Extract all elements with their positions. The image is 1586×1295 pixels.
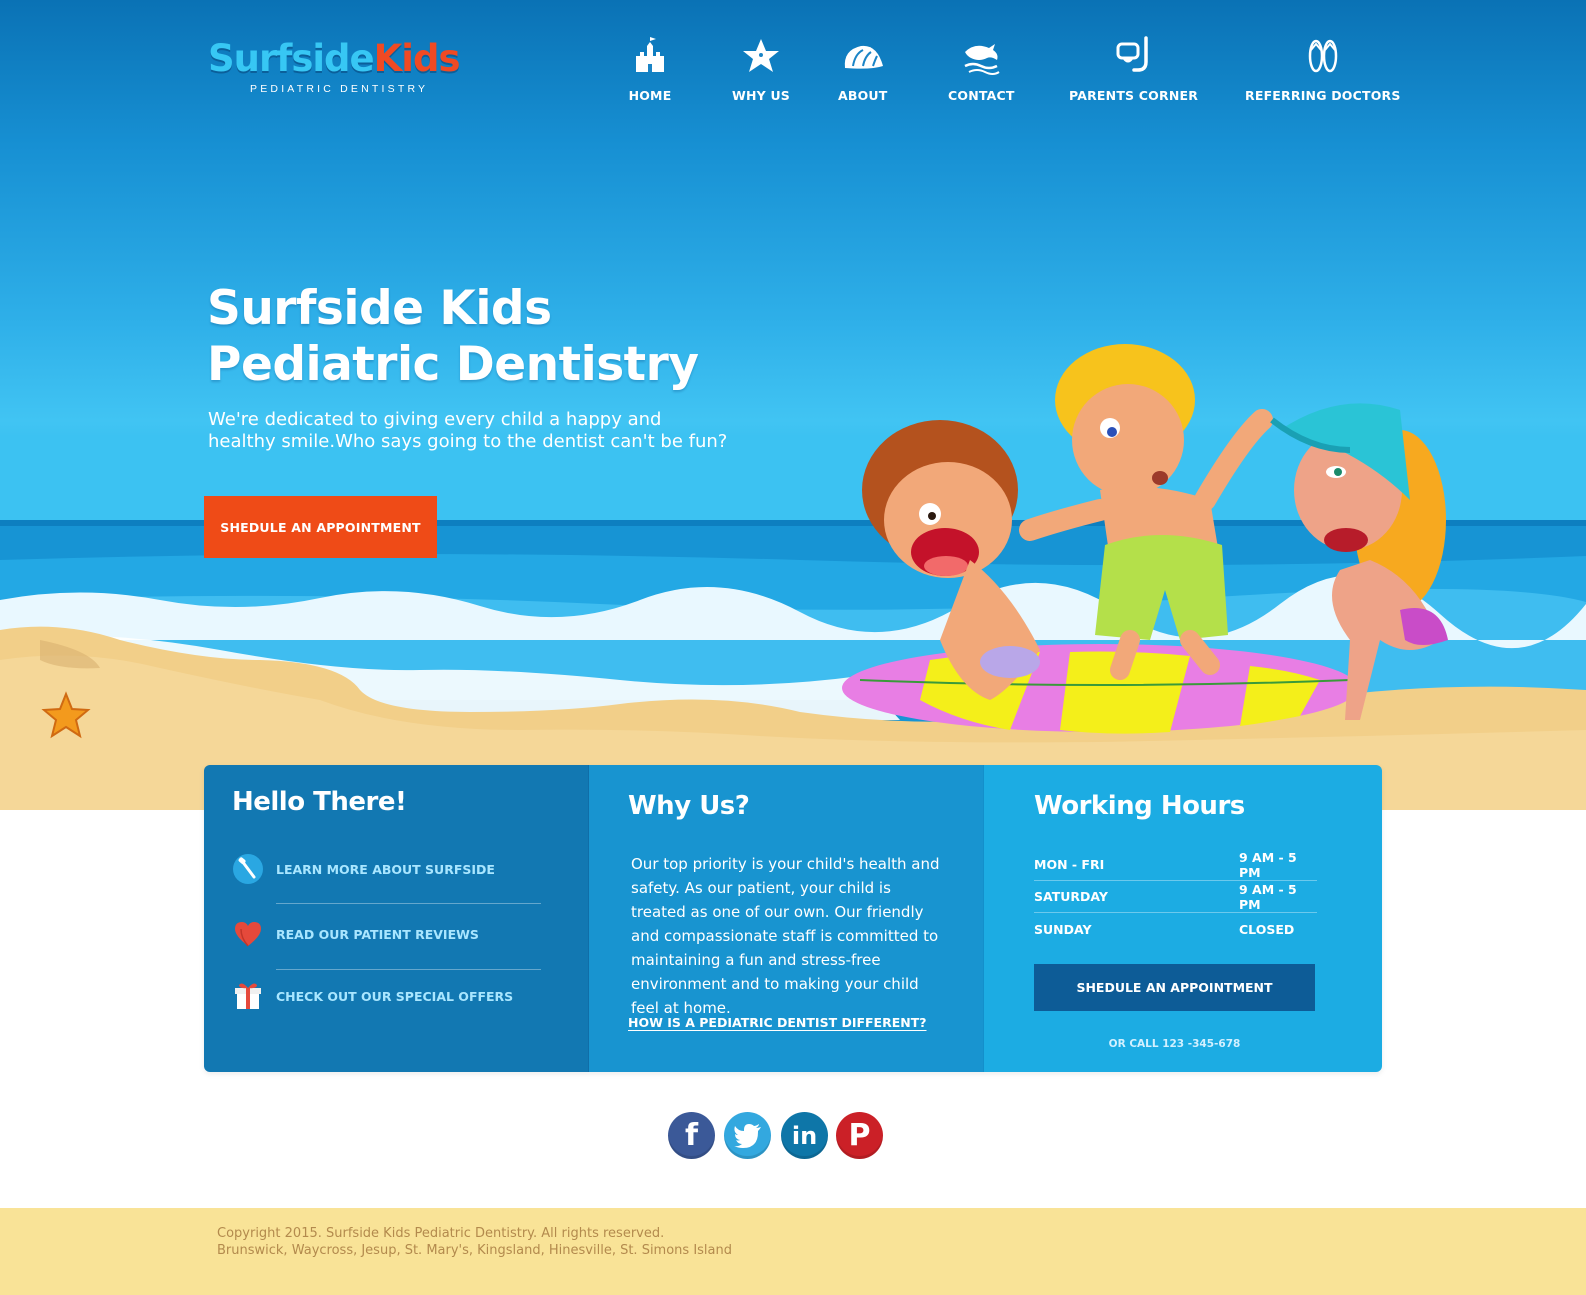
nav-item-about[interactable]: ABOUT bbox=[838, 34, 888, 103]
hero-subtitle: We're dedicated to giving every child a … bbox=[208, 409, 768, 453]
nav-item-why-us[interactable]: WHY US bbox=[732, 34, 790, 103]
nav-label: ABOUT bbox=[838, 88, 888, 103]
facebook-icon[interactable]: f bbox=[668, 1112, 715, 1159]
starfish-icon bbox=[739, 34, 783, 78]
learn-more-link[interactable]: LEARN MORE ABOUT SURFSIDE bbox=[232, 853, 495, 885]
hours-time: 9 AM - 5 PM bbox=[1239, 881, 1297, 912]
pediatric-dentist-different-link[interactable]: HOW IS A PEDIATRIC DENTIST DIFFERENT? bbox=[628, 1015, 927, 1030]
hello-title: Hello There! bbox=[232, 787, 407, 817]
info-panel: Hello There! LEARN MORE ABOUT SURFSIDE R… bbox=[204, 765, 1382, 1072]
nav-label: HOME bbox=[628, 88, 672, 103]
link-label: LEARN MORE ABOUT SURFSIDE bbox=[276, 861, 495, 877]
divider bbox=[276, 969, 541, 970]
hours-day: SUNDAY bbox=[1034, 921, 1092, 937]
hero-subtitle-line: healthy smile.Who says going to the dent… bbox=[208, 431, 728, 452]
pinterest-icon[interactable]: P bbox=[836, 1112, 883, 1159]
schedule-appointment-button[interactable]: SHEDULE AN APPOINTMENT bbox=[204, 496, 437, 558]
link-label: CHECK OUT OUR SPECIAL OFFERS bbox=[276, 988, 514, 1004]
hours-row: SUNDAY CLOSED bbox=[1034, 913, 1317, 945]
hours-time: CLOSED bbox=[1239, 921, 1295, 937]
nav-item-parents-corner[interactable]: PARENTS CORNER bbox=[1069, 34, 1198, 103]
linkedin-icon[interactable]: in bbox=[781, 1112, 828, 1159]
hours-row: SATURDAY 9 AM - 5 PM bbox=[1034, 881, 1317, 913]
dolphin-icon bbox=[959, 34, 1003, 78]
hero-title: Surfside Kids Pediatric Dentistry bbox=[207, 281, 699, 393]
nav-label: WHY US bbox=[732, 88, 791, 103]
divider bbox=[276, 903, 541, 904]
why-us-body: Our top priority is your child's health … bbox=[631, 855, 940, 1017]
heart-icon bbox=[232, 918, 264, 950]
nav-label: CONTACT bbox=[948, 88, 1015, 103]
nav-item-contact[interactable]: CONTACT bbox=[948, 34, 1015, 103]
hours-day: MON - FRI bbox=[1034, 857, 1105, 872]
nav-label: REFERRING DOCTORS bbox=[1245, 88, 1401, 103]
hero-section: SurfsideKids PEDIATRIC DENTISTRY HOME WH… bbox=[0, 0, 1586, 810]
why-us-title: Why Us? bbox=[628, 791, 750, 821]
working-hours-title: Working Hours bbox=[1034, 791, 1245, 821]
sandcastle-icon bbox=[628, 34, 672, 78]
site-footer: Copyright 2015. Surfside Kids Pediatric … bbox=[0, 1208, 1586, 1295]
footer-copyright: Copyright 2015. Surfside Kids Pediatric … bbox=[217, 1226, 665, 1241]
nav-label: PARENTS CORNER bbox=[1069, 88, 1199, 103]
special-offers-link[interactable]: CHECK OUT OUR SPECIAL OFFERS bbox=[232, 980, 513, 1012]
call-phone-text: OR CALL 123 -345-678 bbox=[1108, 1038, 1241, 1050]
why-us-column: Why Us? Our top priority is your child's… bbox=[588, 765, 983, 1072]
beach-scene-illustration bbox=[0, 344, 1586, 810]
twitter-icon[interactable] bbox=[724, 1112, 771, 1159]
main-nav: HOME WHY US ABOUT CONTACT PARENTS CORNER bbox=[0, 34, 1586, 114]
nav-item-home[interactable]: HOME bbox=[628, 34, 672, 103]
schedule-appointment-button-secondary[interactable]: SHEDULE AN APPOINTMENT bbox=[1034, 964, 1315, 1011]
nav-item-referring-doctors[interactable]: REFERRING DOCTORS bbox=[1245, 34, 1401, 103]
snorkel-mask-icon bbox=[1112, 34, 1156, 78]
footer-locations: Brunswick, Waycross, Jesup, St. Mary's, … bbox=[217, 1243, 732, 1258]
flip-flops-icon bbox=[1301, 34, 1345, 78]
hero-title-line: Pediatric Dentistry bbox=[207, 337, 699, 392]
hours-row: MON - FRI 9 AM - 5 PM bbox=[1034, 849, 1317, 881]
gift-icon bbox=[232, 980, 264, 1012]
hero-subtitle-line: We're dedicated to giving every child a … bbox=[208, 409, 662, 430]
toothbrush-icon bbox=[232, 853, 264, 885]
hours-time: 9 AM - 5 PM bbox=[1239, 849, 1297, 880]
link-label: READ OUR PATIENT REVIEWS bbox=[276, 926, 479, 942]
seashell-icon bbox=[841, 34, 885, 78]
working-hours-column: Working Hours MON - FRI 9 AM - 5 PM SATU… bbox=[983, 765, 1382, 1072]
hours-day: SATURDAY bbox=[1034, 889, 1108, 904]
hours-table: MON - FRI 9 AM - 5 PM SATURDAY 9 AM - 5 … bbox=[1034, 849, 1317, 945]
hero-title-line: Surfside Kids bbox=[207, 281, 552, 336]
hello-column: Hello There! LEARN MORE ABOUT SURFSIDE R… bbox=[204, 765, 588, 1072]
patient-reviews-link[interactable]: READ OUR PATIENT REVIEWS bbox=[232, 918, 479, 950]
social-links: f in P bbox=[668, 1112, 883, 1159]
